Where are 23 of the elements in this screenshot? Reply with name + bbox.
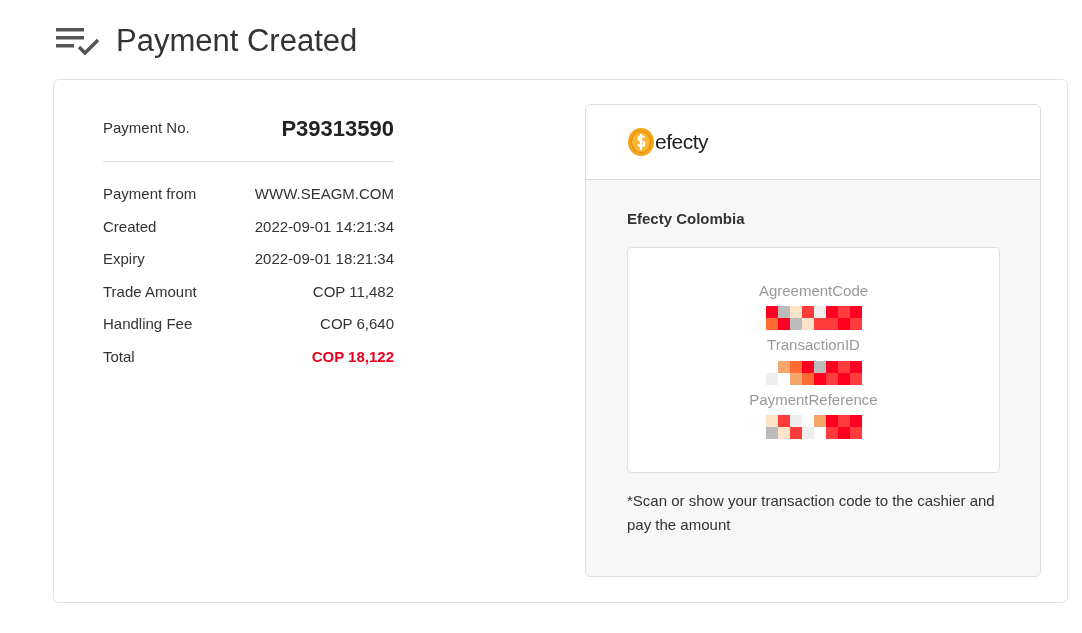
list-check-icon xyxy=(56,25,100,56)
detail-label: Trade Amount xyxy=(103,281,197,302)
detail-value: COP 18,122 xyxy=(311,346,394,367)
instruction-note: *Scan or show your transaction code to the cashier and pay the amount xyxy=(627,490,996,535)
code-label: PaymentReference xyxy=(749,389,878,410)
detail-label: Payment from xyxy=(103,184,197,205)
payment-number: P39313590 xyxy=(281,115,394,144)
method-name: Efecty Colombia xyxy=(627,209,746,230)
detail-value: COP 11,482 xyxy=(312,281,394,302)
detail-value: COP 6,640 xyxy=(320,314,394,335)
detail-label: Expiry xyxy=(103,249,145,270)
code-label: AgreementCode xyxy=(758,280,869,301)
detail-label: Handling Fee xyxy=(103,314,193,335)
payment-number-label: Payment No. xyxy=(103,118,190,139)
detail-value: WWW.SEAGM.COM xyxy=(254,184,394,205)
detail-value: 2022-09-01 18:21:34 xyxy=(254,249,394,270)
coin-dollar-icon xyxy=(627,127,655,158)
detail-value: 2022-09-01 14:21:34 xyxy=(254,216,394,237)
page-title: Payment Created xyxy=(116,22,358,60)
logo-text: efecty xyxy=(655,129,709,156)
detail-label: Created xyxy=(103,216,157,237)
code-label: TransactionID xyxy=(767,335,860,356)
detail-label: Total xyxy=(103,346,135,367)
